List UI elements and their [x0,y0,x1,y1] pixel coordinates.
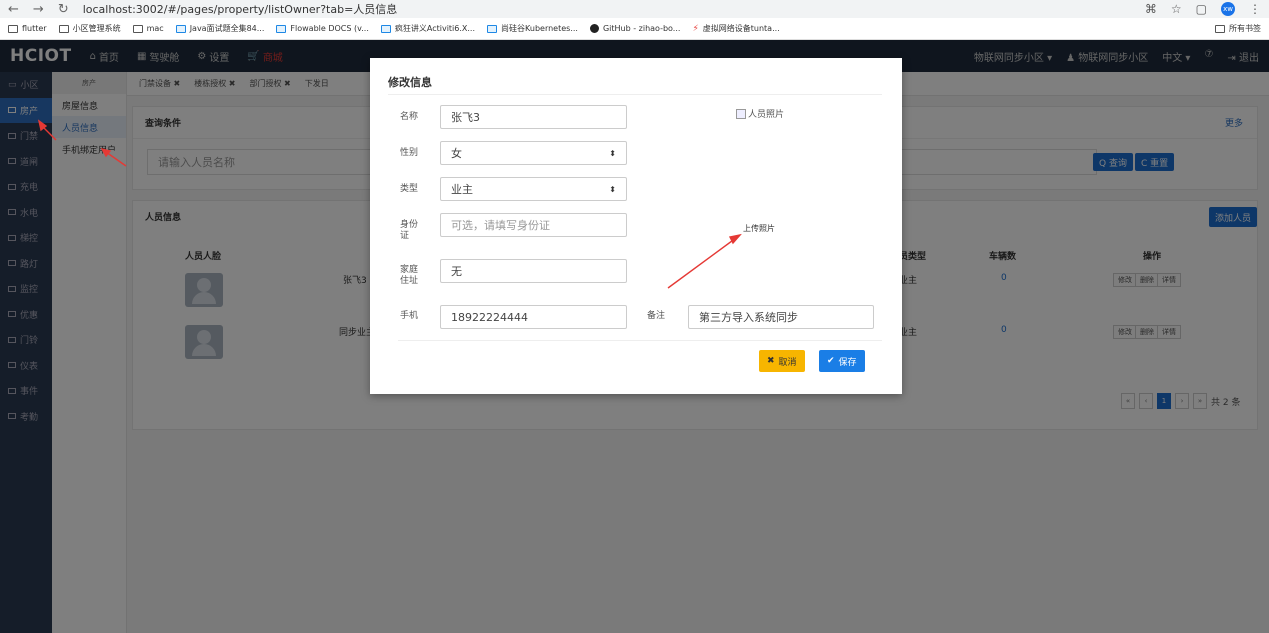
folder-icon [1215,24,1225,33]
person-photo: 人员照片 [736,107,784,120]
translate-icon[interactable]: ⌘ [1145,2,1157,16]
edit-info-modal: 修改信息 名称 张飞3 性别 女 ⬍ 类型 业主 ⬍ 身份证 可选，请填写身份证… [370,58,902,394]
bookmark-item[interactable]: 疯狂讲义Activiti6.X... [380,23,475,34]
bookmark-item[interactable]: 小区管理系统 [58,23,121,34]
upload-photo-button[interactable]: 上传照片 [743,223,775,234]
forward-icon[interactable]: → [33,2,44,17]
phone-input[interactable]: 18922224444 [440,305,627,329]
gender-label: 性别 [400,148,419,158]
folder-icon [8,24,18,33]
select-arrows-icon: ⬍ [609,184,616,194]
idcard-input[interactable]: 可选，请填写身份证 [440,213,627,237]
bookmark-item[interactable]: flutter [8,24,47,33]
back-icon[interactable]: ← [8,2,19,17]
sidepanel-icon[interactable]: ▢ [1196,2,1207,16]
github-icon [589,24,599,33]
type-select[interactable]: 业主 ⬍ [440,177,627,201]
check-icon: ✔ [827,356,835,366]
close-icon: ✖ [767,356,775,366]
bookmark-item[interactable]: Java面试题全集84... [175,23,264,34]
browser-toolbar: ← → ↻ localhost:3002/#/pages/property/li… [0,0,1269,18]
bilibili-icon [380,24,391,33]
idcard-label: 身份证 [400,220,419,241]
remark-input[interactable]: 第三方导入系统同步 [688,305,874,329]
save-button[interactable]: ✔ 保存 [819,350,865,372]
folder-icon [132,24,143,33]
name-input[interactable]: 张飞3 [440,105,627,129]
bilibili-icon [487,24,498,33]
remark-label: 备注 [647,311,666,321]
bolt-icon: ⚡ [692,23,699,34]
phone-label: 手机 [400,311,419,321]
bookmark-item[interactable]: 尚硅谷Kubernetes... [487,23,578,34]
cancel-button[interactable]: ✖ 取消 [759,350,805,372]
select-arrows-icon: ⬍ [609,148,616,158]
all-bookmarks[interactable]: 所有书签 [1215,23,1261,34]
address-input[interactable]: 无 [440,259,627,283]
type-label: 类型 [400,184,419,194]
name-label: 名称 [400,112,419,122]
bookmark-item[interactable]: GitHub - zihao-bo... [589,24,680,33]
bookmark-item[interactable]: mac [132,24,164,33]
bookmark-item[interactable]: Flowable DOCS (v... [276,24,369,33]
bookmark-item[interactable]: ⚡ 虚拟网络设备tunta... [692,23,779,34]
divider [388,94,882,95]
address-label: 家庭住址 [400,265,419,286]
bookmarks-bar: flutter 小区管理系统 mac Java面试题全集84... Flowab… [0,18,1269,40]
profile-avatar[interactable]: xw [1221,2,1235,16]
star-icon[interactable]: ☆ [1171,2,1182,16]
bilibili-icon [175,24,186,33]
gender-select[interactable]: 女 ⬍ [440,141,627,165]
modal-title: 修改信息 [388,76,432,89]
divider [398,340,882,341]
flowable-icon [276,24,287,33]
reload-icon[interactable]: ↻ [58,2,69,17]
address-bar[interactable]: localhost:3002/#/pages/property/listOwne… [83,1,1131,17]
menu-icon[interactable]: ⋮ [1249,2,1261,16]
folder-icon [58,24,69,33]
broken-image-icon [736,108,746,119]
